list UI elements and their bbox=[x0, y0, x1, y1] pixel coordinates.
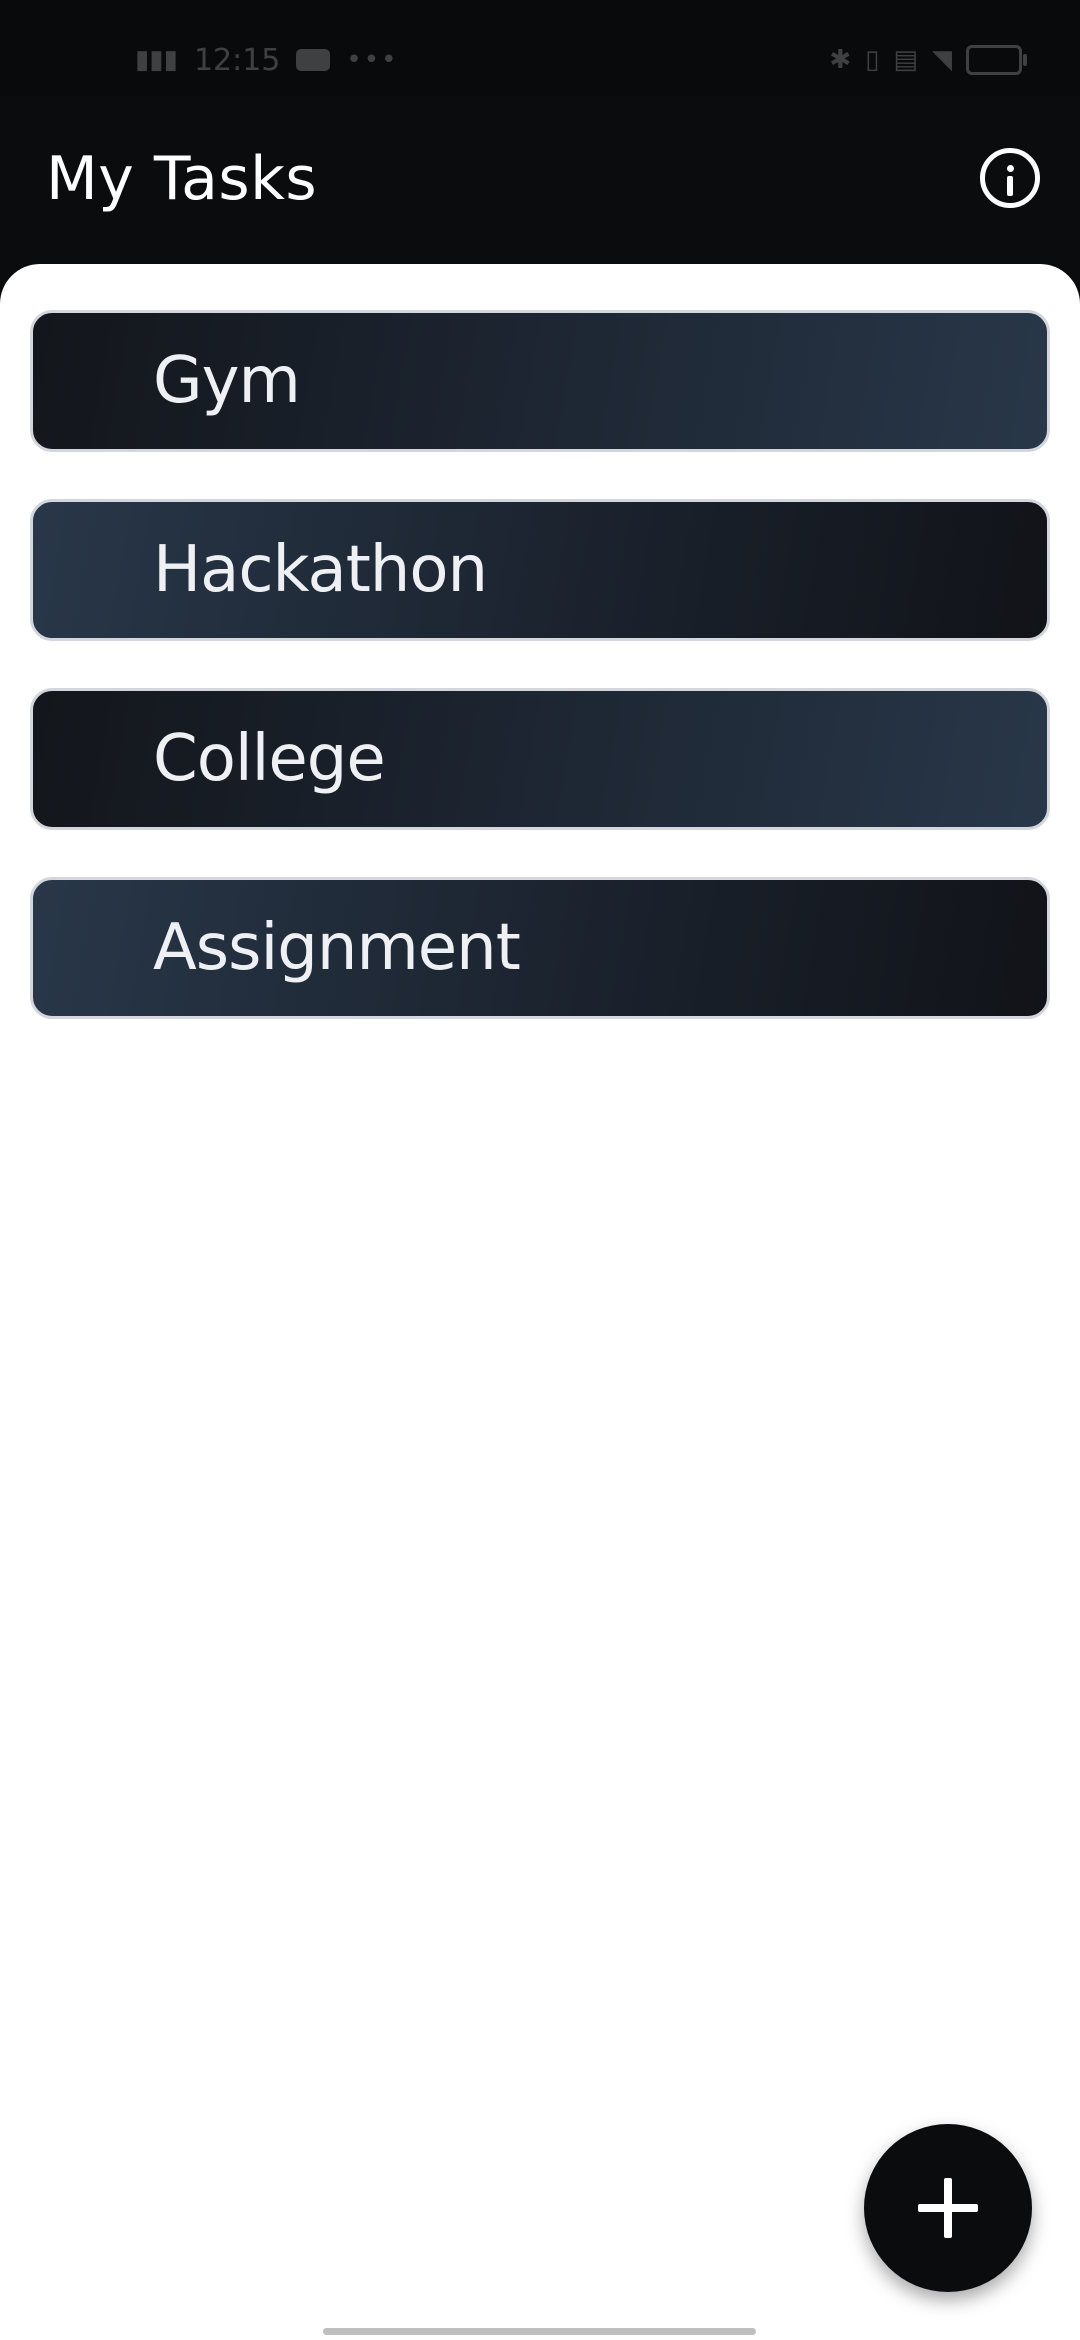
info-icon-dot bbox=[1006, 165, 1014, 172]
network-icon: ▤ bbox=[893, 45, 918, 75]
task-card-assignment[interactable]: Assignment bbox=[30, 877, 1050, 1019]
status-left: ▮▮▮ 12:15 ••• bbox=[135, 38, 398, 82]
add-task-button[interactable] bbox=[864, 2124, 1032, 2292]
task-label: Gym bbox=[153, 344, 301, 418]
task-card-hackathon[interactable]: Hackathon bbox=[30, 499, 1050, 641]
signal-icon: ▮▮▮ bbox=[135, 45, 178, 75]
task-card-college[interactable]: College bbox=[30, 688, 1050, 830]
info-icon[interactable] bbox=[980, 148, 1040, 208]
bluetooth-icon: ✱ bbox=[829, 45, 852, 75]
task-label: Hackathon bbox=[153, 533, 488, 607]
status-right: ✱ ▯ ▤ ◥ bbox=[829, 40, 1027, 80]
page-title: My Tasks bbox=[46, 144, 318, 214]
vibrate-icon: ▯ bbox=[865, 45, 880, 75]
task-label: Assignment bbox=[153, 911, 521, 985]
status-bar: ▮▮▮ 12:15 ••• ✱ ▯ ▤ ◥ bbox=[0, 0, 1080, 96]
task-sheet: Gym Hackathon College Assignment bbox=[0, 264, 1080, 2340]
youtube-icon bbox=[296, 49, 331, 71]
more-notifications-icon: ••• bbox=[346, 45, 399, 75]
info-icon-bar bbox=[1007, 176, 1013, 196]
task-list: Gym Hackathon College Assignment bbox=[30, 310, 1050, 1066]
app-bar: My Tasks bbox=[0, 96, 1080, 266]
battery-icon bbox=[966, 45, 1027, 75]
wifi-icon: ◥ bbox=[932, 45, 952, 75]
task-label: College bbox=[153, 722, 386, 796]
status-time: 12:15 bbox=[193, 42, 281, 78]
task-card-gym[interactable]: Gym bbox=[30, 310, 1050, 452]
home-indicator[interactable] bbox=[323, 2328, 756, 2335]
plus-icon-vertical bbox=[944, 2178, 952, 2238]
